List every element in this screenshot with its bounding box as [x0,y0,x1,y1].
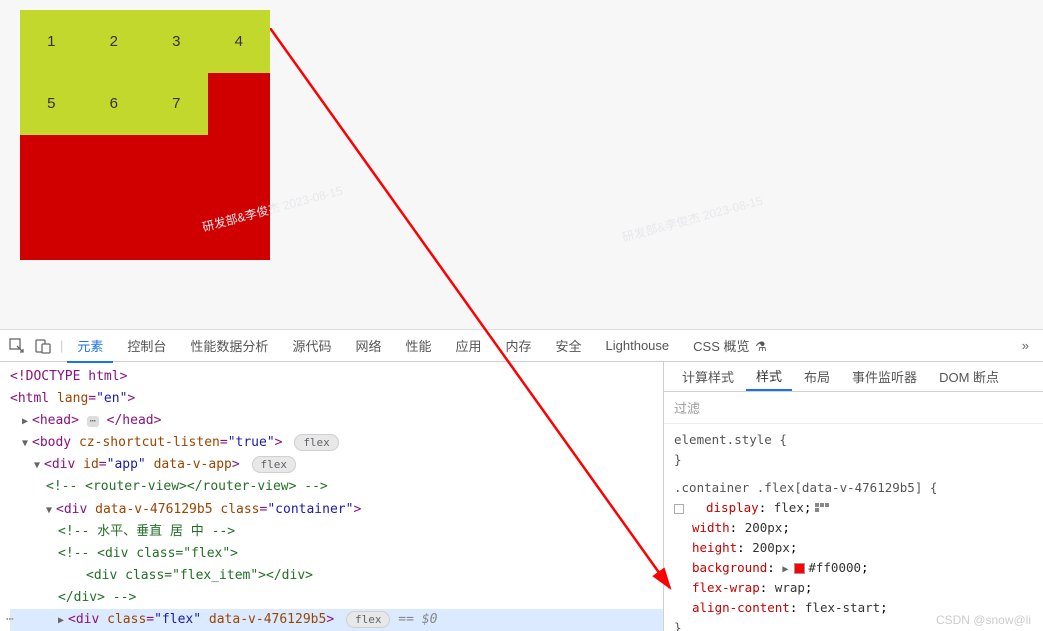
dom-comment[interactable]: <!-- <div class="flex"> [58,546,238,561]
flex-item: 1 [20,10,83,73]
toggle-checkbox[interactable] [674,504,684,514]
tab-console[interactable]: 控制台 [117,330,176,361]
dom-doctype[interactable]: <!DOCTYPE html> [10,369,127,384]
watermark: 研发部&李俊杰 2023-08-15 [620,192,764,246]
tab-sources[interactable]: 源代码 [282,330,341,361]
tab-computed[interactable]: 计算样式 [672,363,744,390]
dollar-zero: == $0 [398,612,437,627]
dom-comment[interactable]: <div class="flex_item"></div> [86,568,313,583]
collapse-icon[interactable]: ▼ [22,435,32,452]
color-swatch-icon[interactable] [794,563,805,574]
page-preview: 1 2 3 4 5 6 7 研发部&李俊杰 2023-08-15 研发部&李俊杰… [0,0,1043,330]
flex-item: 5 [20,73,83,136]
flex-item: 2 [83,10,146,73]
flex-item: 6 [83,73,146,136]
styles-sidebar: 计算样式 样式 布局 事件监听器 DOM 断点 过滤 element.style… [663,362,1043,631]
dom-selected-node[interactable]: ⋯ ▶<div class="flex" data-v-476129b5> fl… [10,609,663,631]
expand-icon[interactable]: ▶ [58,612,68,629]
expand-shorthand-icon[interactable]: ▶ [782,564,788,575]
tab-label: CSS 概览 [693,339,749,354]
inspect-icon[interactable] [8,337,26,355]
dom-app-div[interactable]: <div id="app" data-v-app> [44,457,240,472]
tab-security[interactable]: 安全 [546,330,592,361]
css-declaration[interactable]: width: 200px; [674,518,1033,538]
flex-editor-icon[interactable] [815,503,829,515]
flex-badge[interactable]: flex [252,456,297,473]
css-declaration[interactable]: height: 200px; [674,538,1033,558]
css-declaration[interactable]: display: flex; [674,498,1033,518]
flex-badge[interactable]: flex [294,434,339,451]
flex-item: 3 [145,10,208,73]
dom-comment[interactable]: </div> --> [58,590,136,605]
dom-comment[interactable]: <!-- <router-view></router-view> --> [46,479,328,494]
collapsed-dots[interactable]: ⋯ [87,416,99,427]
dom-html-tag[interactable]: <html lang="en"> [10,391,135,406]
dom-container-div[interactable]: <div data-v-476129b5 class="container"> [56,502,361,517]
element-style-selector[interactable]: element.style { [674,430,1033,450]
collapse-icon[interactable]: ▼ [46,502,56,519]
tab-performance-insights[interactable]: 性能数据分析 [180,330,278,361]
tab-network[interactable]: 网络 [345,330,391,361]
expand-icon[interactable]: ▶ [22,413,32,430]
dom-head-tag[interactable]: <head> [32,413,79,428]
devtools-tab-bar: | 元素 控制台 性能数据分析 源代码 网络 性能 应用 内存 安全 Light… [0,330,1043,362]
tab-css-overview[interactable]: CSS 概览 ⚗ [683,330,777,361]
collapse-icon[interactable]: ▼ [34,457,44,474]
tab-styles[interactable]: 样式 [746,362,792,391]
flask-icon: ⚗ [755,339,767,354]
rule-selector[interactable]: .container .flex[data-v-476129b5] { [674,478,1033,498]
close-brace: } [674,450,1033,470]
sidebar-tabs: 计算样式 样式 布局 事件监听器 DOM 断点 [664,362,1043,392]
tab-application[interactable]: 应用 [445,330,491,361]
tab-event-listeners[interactable]: 事件监听器 [842,363,927,390]
tab-layout[interactable]: 布局 [794,363,840,390]
css-declaration[interactable]: background: ▶#ff0000; [674,558,1033,578]
csdn-watermark: CSDN @snow@li [936,613,1031,627]
tab-memory[interactable]: 内存 [496,330,542,361]
filter-input[interactable]: 过滤 [674,401,700,416]
flex-item: 7 [145,73,208,136]
tab-performance[interactable]: 性能 [395,330,441,361]
tab-dom-breakpoints[interactable]: DOM 断点 [929,363,1009,390]
tab-elements[interactable]: 元素 [67,330,113,363]
css-declaration[interactable]: flex-wrap: wrap; [674,578,1033,598]
tab-lighthouse[interactable]: Lighthouse [596,332,680,359]
dom-comment[interactable]: <!-- 水平、垂直 居 中 --> [58,524,235,539]
elements-dom-tree[interactable]: <!DOCTYPE html> <html lang="en"> ▶<head>… [0,362,663,631]
flex-container-demo: 1 2 3 4 5 6 7 [20,10,270,260]
flex-item: 4 [208,10,271,73]
device-toolbar-icon[interactable] [34,337,52,355]
flex-badge[interactable]: flex [346,611,391,628]
tabs-overflow-icon[interactable]: » [1016,338,1035,353]
dom-body-tag[interactable]: <body cz-shortcut-listen="true"> [32,435,282,450]
flex-wrap-demo: 1 2 3 4 5 6 7 [20,10,270,135]
styles-rules[interactable]: element.style { } .container .flex[data-… [664,424,1043,631]
